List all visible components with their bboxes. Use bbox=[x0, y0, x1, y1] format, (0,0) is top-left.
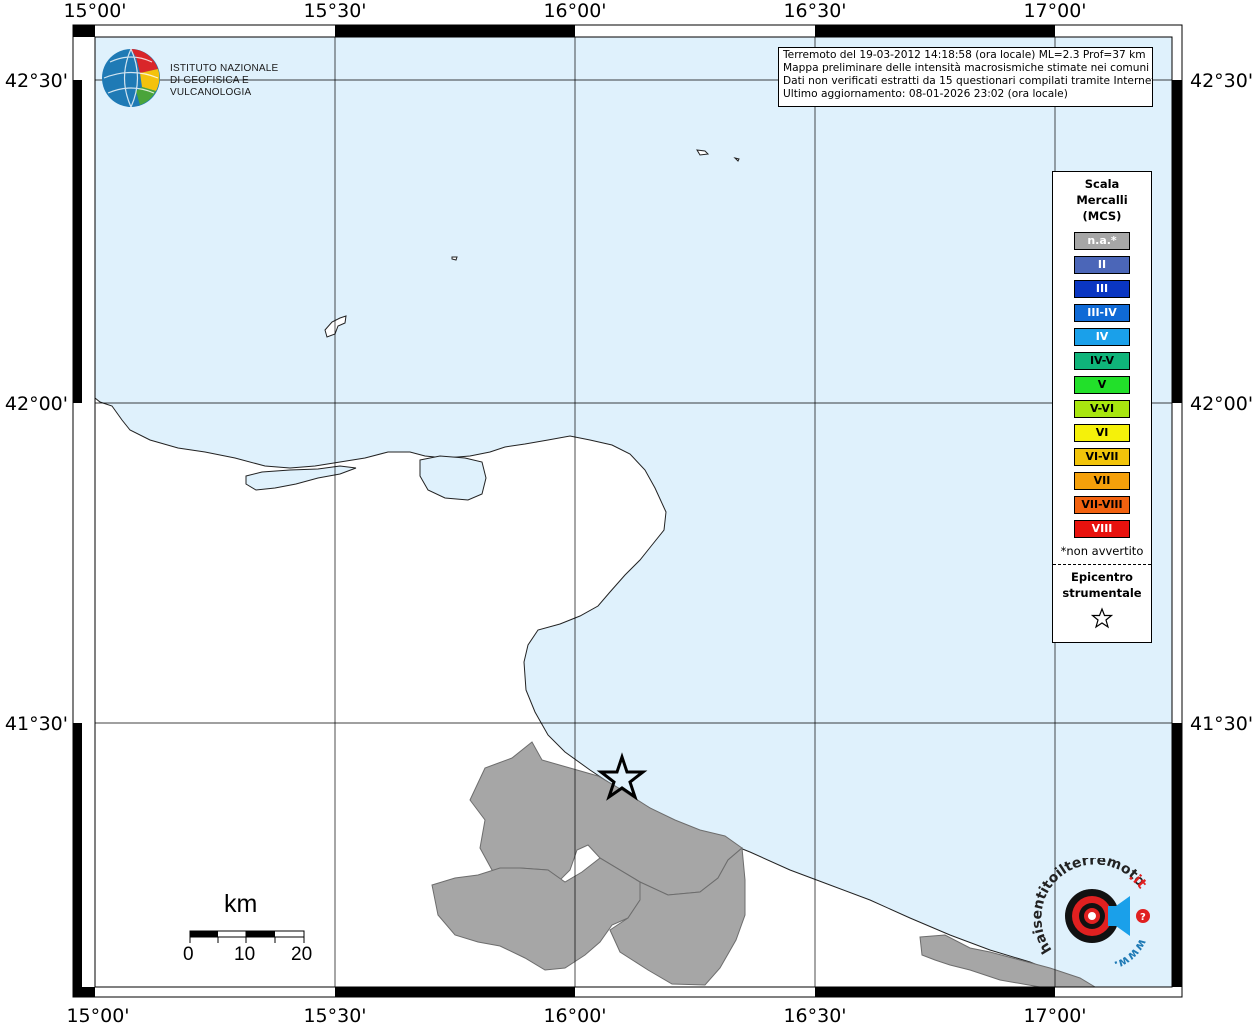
legend-intensity-item: VI-VII bbox=[1074, 448, 1130, 466]
legend-intensity-item: VII-VIII bbox=[1074, 496, 1130, 514]
scale-bar-tick: 10 bbox=[234, 944, 256, 965]
legend-title-line: (MCS) bbox=[1082, 209, 1122, 223]
scale-bar-unit: km bbox=[224, 890, 258, 918]
legend-epicenter-title: Epicentro strumentale bbox=[1053, 569, 1151, 601]
svg-text:www.: www. bbox=[1112, 937, 1150, 973]
legend-intensity-item: VI bbox=[1074, 424, 1130, 442]
haisentito-www: www. bbox=[1112, 937, 1150, 973]
ingv-line1: ISTITUTO NAZIONALE bbox=[170, 63, 279, 74]
event-info-box: Terremoto del 19-03-2012 14:18:58 (ora l… bbox=[778, 47, 1153, 107]
lon-labels-top: 15°00' 15°30' 16°00' 16°30' 17°00' bbox=[63, 0, 1086, 22]
intensity-legend: Scala Mercalli (MCS) n.a.* II III III-IV IV I… bbox=[1052, 171, 1152, 643]
ingv-text: ISTITUTO NAZIONALE DI GEOFISICA E VULCAN… bbox=[170, 63, 320, 99]
lon-label: 16°00' bbox=[543, 0, 606, 22]
lon-label: 16°30' bbox=[783, 1005, 846, 1024]
legend-intensity-item: V-VI bbox=[1074, 400, 1130, 418]
lon-label: 16°30' bbox=[783, 0, 846, 22]
lat-label: 42°30' bbox=[5, 70, 68, 92]
legend-epicenter-line: Epicentro bbox=[1071, 570, 1133, 584]
ingv-globe-icon bbox=[102, 48, 160, 108]
scale-bar: km 0 10 20 bbox=[182, 890, 322, 970]
legend-title: Scala Mercalli (MCS) bbox=[1053, 176, 1151, 224]
lon-label: 16°00' bbox=[543, 1005, 606, 1024]
legend-intensity-item: IV bbox=[1074, 328, 1130, 346]
island-pianosa bbox=[451, 256, 458, 261]
lat-label: 42°30' bbox=[1190, 70, 1253, 92]
lon-label: 15°30' bbox=[303, 1005, 366, 1024]
legend-title-line: Scala bbox=[1084, 177, 1120, 191]
lat-label: 41°30' bbox=[1190, 713, 1253, 735]
legend-title-line: Mercalli bbox=[1076, 193, 1128, 207]
legend-intensity-item: II bbox=[1074, 256, 1130, 274]
svg-text:?: ? bbox=[1140, 912, 1146, 923]
legend-note: *non avvertito bbox=[1060, 544, 1144, 558]
legend-separator bbox=[1053, 564, 1151, 565]
haisentito-logo-graphic: ? haisentitoilterremoto .it www. bbox=[1029, 852, 1150, 973]
lat-label: 42°00' bbox=[5, 393, 68, 415]
event-info-line: Dati non verificati estratti da 15 quest… bbox=[783, 75, 1153, 87]
lon-label: 15°30' bbox=[303, 0, 366, 22]
legend-intensity-item: VII bbox=[1074, 472, 1130, 490]
lon-label: 15°00' bbox=[63, 0, 126, 22]
legend-intensity-item: VIII bbox=[1074, 520, 1130, 538]
scale-bar-tick: 0 bbox=[183, 944, 194, 965]
legend-intensity-item: n.a.* bbox=[1074, 232, 1130, 250]
legend-epicenter-line: strumentale bbox=[1062, 586, 1142, 600]
lon-label: 15°00' bbox=[66, 1005, 129, 1024]
legend-star-icon bbox=[1053, 607, 1151, 633]
lat-labels-right: 42°30' 42°00' 41°30' bbox=[1190, 70, 1253, 735]
lon-label: 17°00' bbox=[1023, 1005, 1086, 1024]
lon-label: 17°00' bbox=[1023, 0, 1086, 22]
legend-intensity-item: III-IV bbox=[1074, 304, 1130, 322]
legend-intensity-item: III bbox=[1074, 280, 1130, 298]
legend-intensity-item: IV-V bbox=[1074, 352, 1130, 370]
lon-labels-bottom: 15°00' 15°30' 16°00' 16°30' 17°00' bbox=[66, 1005, 1086, 1024]
lat-label: 42°00' bbox=[1190, 393, 1253, 415]
legend-items: n.a.* II III III-IV IV IV-V V V-VI VI VI-VII VII VI… bbox=[1053, 232, 1151, 538]
lat-labels-left: 42°30' 42°00' 41°30' bbox=[5, 70, 68, 735]
haisentito-logo: ? haisentitoilterremoto .it www. bbox=[1029, 852, 1160, 978]
legend-intensity-item: V bbox=[1074, 376, 1130, 394]
ingv-logo: ISTITUTO NAZIONALE DI GEOFISICA E VULCAN… bbox=[100, 47, 320, 111]
event-info-line: Terremoto del 19-03-2012 14:18:58 (ora l… bbox=[783, 49, 1146, 61]
scale-bar-tick: 20 bbox=[291, 944, 313, 965]
lat-label: 41°30' bbox=[5, 713, 68, 735]
event-info-line: Ultimo aggiornamento: 08-01-2026 23:02 (… bbox=[783, 88, 1068, 100]
ingv-line2: DI GEOFISICA E VULCANOLOGIA bbox=[170, 75, 252, 98]
event-info-line: Mappa preliminare delle intensità macros… bbox=[783, 62, 1150, 74]
